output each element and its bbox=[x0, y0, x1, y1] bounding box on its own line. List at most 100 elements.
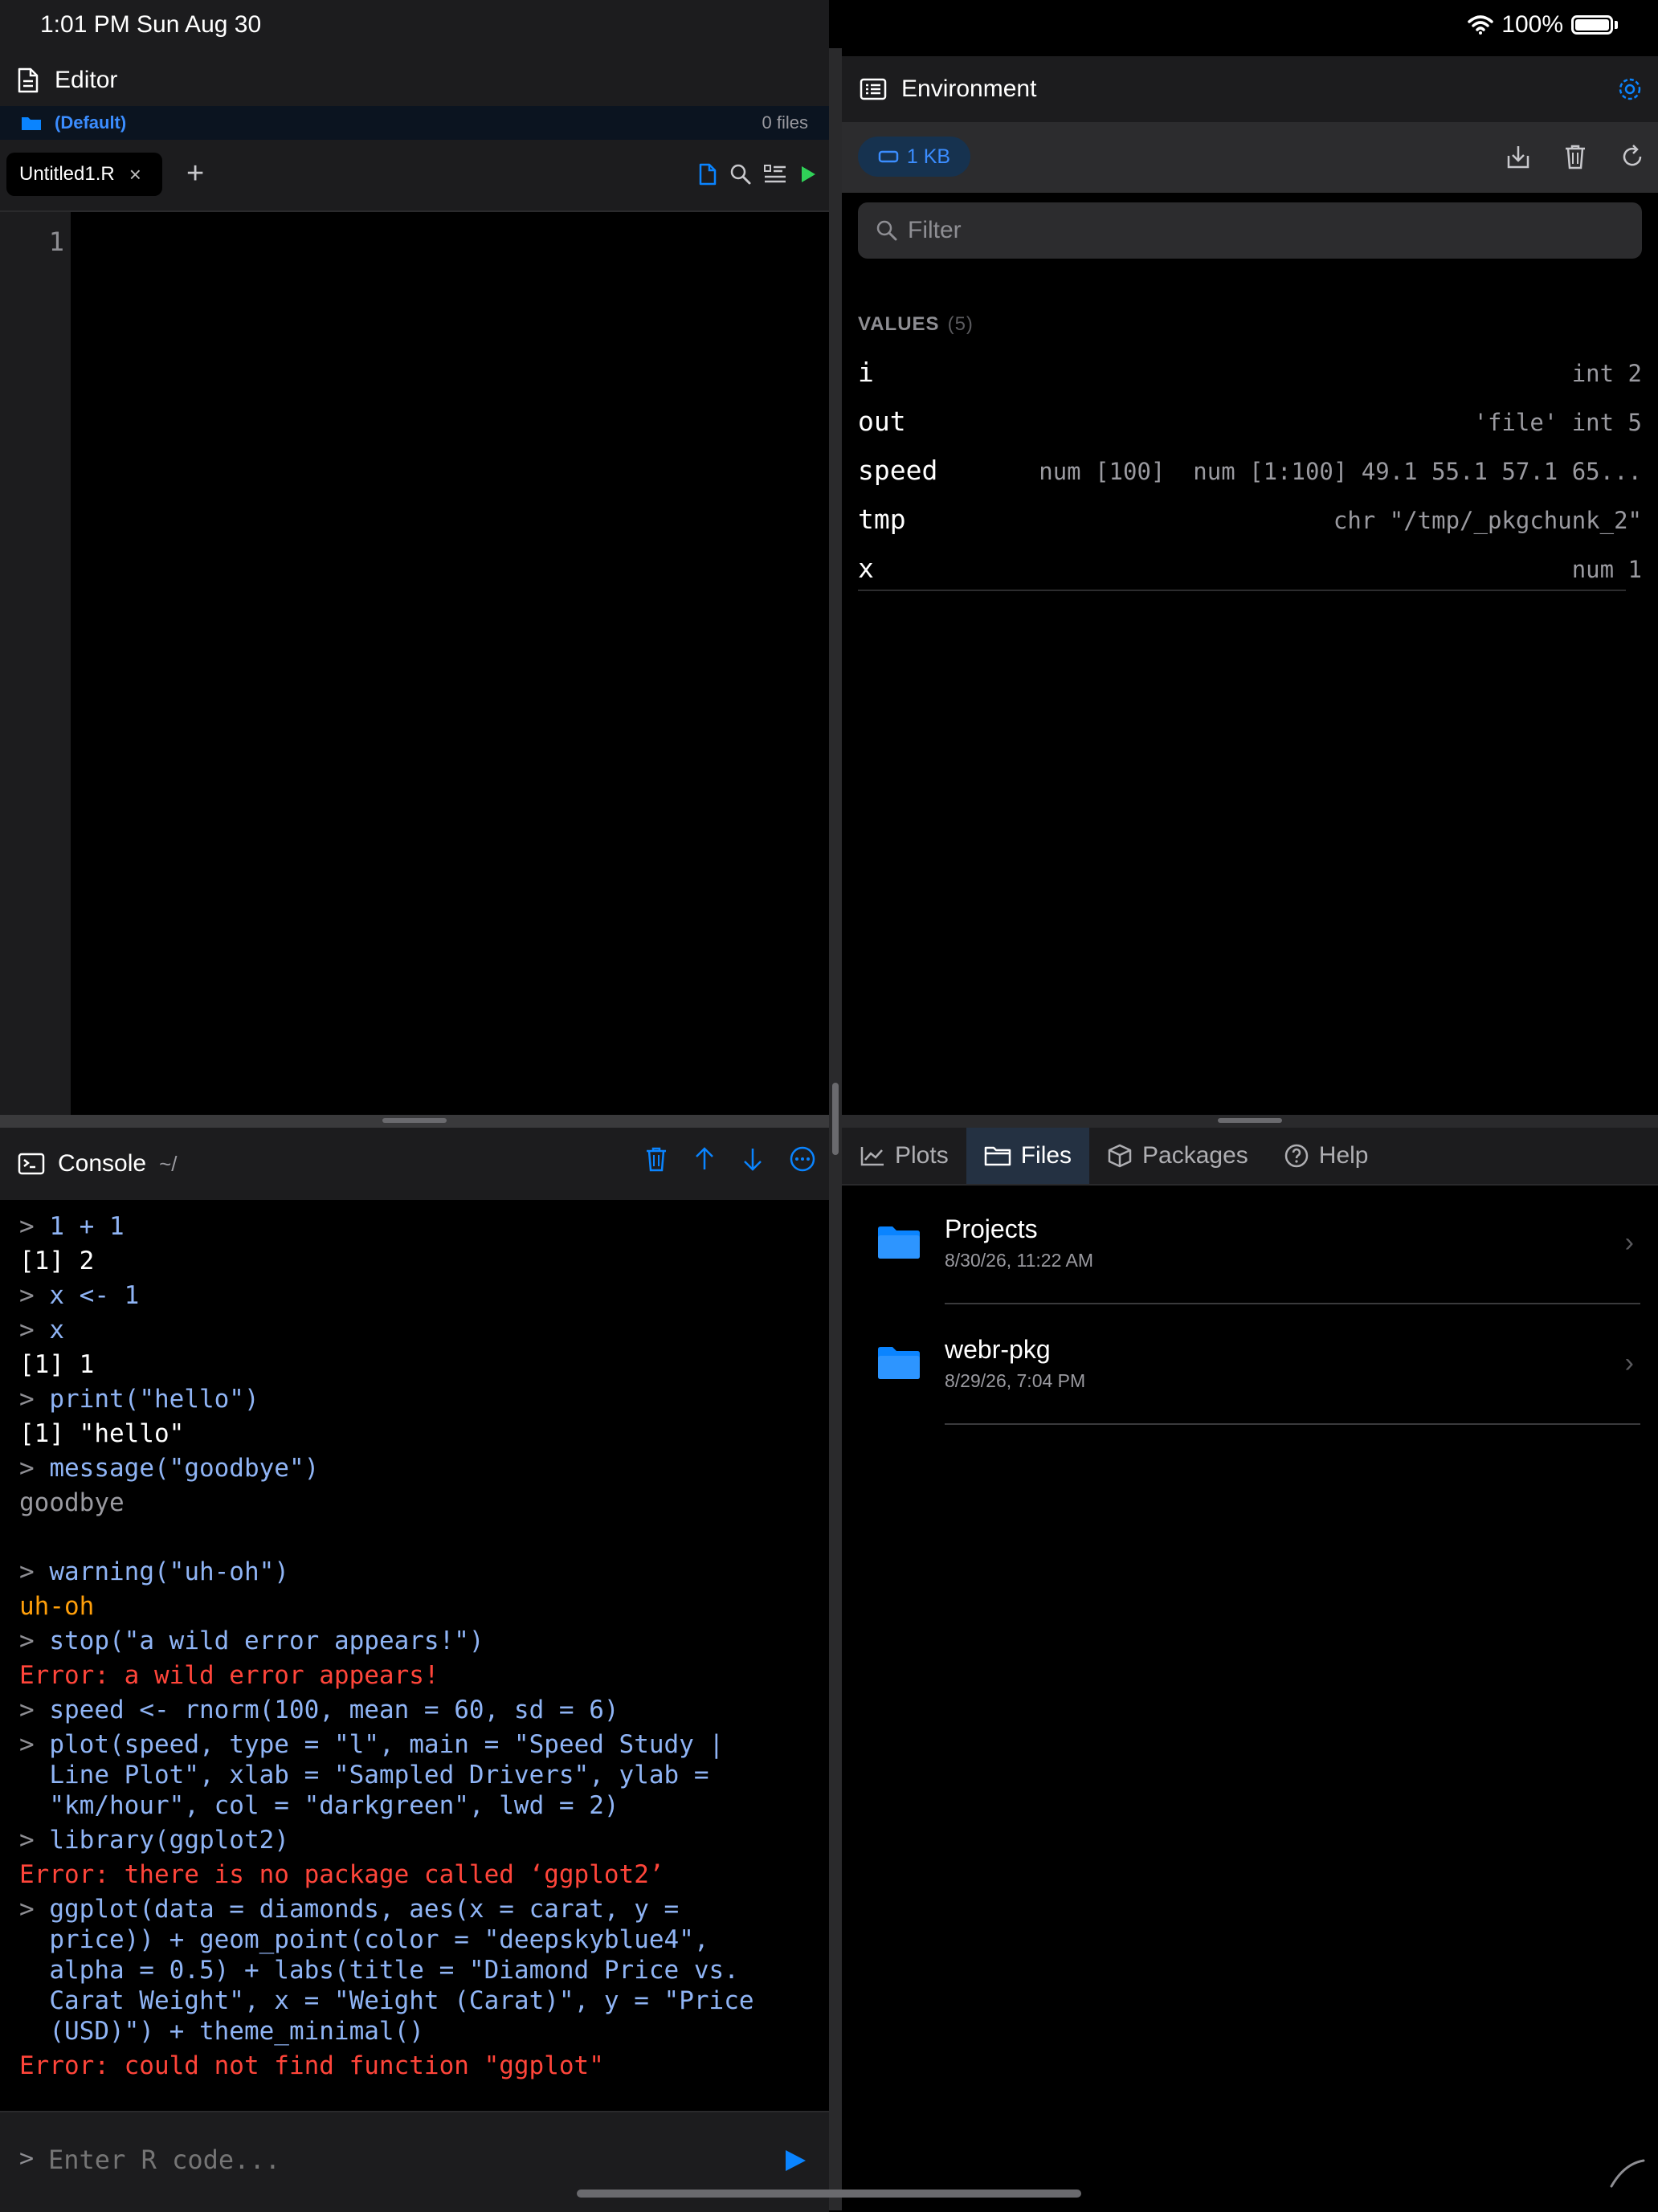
console-text: Carat Weight", x = "Weight (Carat)", y =… bbox=[49, 1986, 754, 2015]
filter-input[interactable] bbox=[906, 216, 1616, 245]
env-row[interactable]: i int 2 bbox=[858, 349, 1642, 397]
console-text: [1] 2 bbox=[19, 1247, 95, 1275]
console-output[interactable]: > 1 + 1 [1] 2 > x <- 1 > x [1] 1 > print("hel… bbox=[0, 1200, 829, 2111]
file-row-projects[interactable]: Projects 8/30/26, 11:22 AM › bbox=[842, 1186, 1658, 1304]
console-text: print("hello") bbox=[49, 1385, 259, 1414]
folder-icon bbox=[22, 117, 41, 130]
editor-title: Editor bbox=[55, 67, 118, 93]
trash-icon[interactable] bbox=[644, 1145, 668, 1173]
settings-icon[interactable] bbox=[1616, 76, 1644, 103]
console-line: goodbye bbox=[19, 1488, 125, 1518]
run-script-icon[interactable] bbox=[798, 164, 818, 185]
env-var-value: 'file' int 5 bbox=[1473, 409, 1642, 436]
console-text: goodbye bbox=[19, 1488, 125, 1517]
tab-label: Files bbox=[1020, 1142, 1072, 1169]
pencil-corner-icon bbox=[1610, 2159, 1645, 2188]
console-path: ~/ bbox=[159, 1151, 178, 1176]
env-row[interactable]: speed num [100] num [1:100] 49.1 55.1 57… bbox=[858, 447, 1642, 495]
format-list-icon[interactable] bbox=[763, 163, 787, 186]
tab-files[interactable]: Files bbox=[966, 1128, 1090, 1184]
console-prompt: > bbox=[19, 1826, 35, 1855]
document-icon bbox=[18, 67, 39, 93]
status-indicators: 100% bbox=[1468, 11, 1618, 39]
chart-line-icon bbox=[860, 1147, 884, 1166]
search-icon bbox=[876, 220, 897, 241]
send-icon[interactable] bbox=[782, 2148, 808, 2173]
home-indicator[interactable] bbox=[577, 2190, 1081, 2198]
package-icon bbox=[1108, 1144, 1132, 1168]
project-name[interactable]: (Default) bbox=[55, 112, 126, 133]
console-text: Error: could not find function "ggplot" bbox=[19, 2051, 604, 2080]
editor-header: Editor bbox=[0, 56, 829, 104]
folder-icon bbox=[878, 1226, 920, 1259]
env-var-name: i bbox=[858, 357, 874, 388]
row-divider bbox=[945, 1423, 1640, 1425]
r-code-input[interactable] bbox=[48, 2145, 739, 2175]
tab-plots[interactable]: Plots bbox=[842, 1128, 966, 1184]
folder-icon bbox=[878, 1347, 920, 1379]
clear-environment-icon[interactable] bbox=[1563, 143, 1587, 170]
divider-handle-right[interactable] bbox=[1218, 1118, 1282, 1123]
console-prompt: > bbox=[19, 1557, 35, 1586]
file-row-webr-pkg[interactable]: webr-pkg 8/29/26, 7:04 PM › bbox=[842, 1306, 1658, 1425]
close-icon[interactable]: × bbox=[129, 162, 141, 187]
console-text: speed <- rnorm(100, mean = 60, sd = 6) bbox=[49, 1696, 619, 1724]
memory-icon bbox=[878, 150, 899, 163]
console-line: Error: could not find function "ggplot" bbox=[19, 2051, 604, 2081]
env-row[interactable]: tmp chr "/tmp/_pkgchunk_2" bbox=[858, 496, 1642, 544]
tab-untitled1[interactable]: Untitled1.R × bbox=[6, 153, 162, 196]
env-var-value: num [100] num [1:100] 49.1 55.1 57.1 65.… bbox=[1039, 458, 1642, 485]
environment-actions bbox=[1505, 143, 1645, 170]
add-tab-button[interactable]: + bbox=[186, 157, 204, 190]
console-line: > 1 + 1 bbox=[19, 1211, 125, 1242]
project-bar[interactable]: (Default) 0 files bbox=[0, 106, 829, 140]
env-row[interactable]: out 'file' int 5 bbox=[858, 398, 1642, 446]
env-row[interactable]: x num 1 bbox=[858, 545, 1642, 593]
row-divider bbox=[945, 1303, 1640, 1304]
console-line: "km/hour", col = "darkgreen", lwd = 2) bbox=[19, 1790, 619, 1821]
console-header: Console ~/ bbox=[0, 1128, 829, 1200]
env-var-name: out bbox=[858, 406, 906, 437]
console-prompt: > bbox=[19, 1626, 35, 1655]
console-text: plot(speed, type = "l", main = "Speed St… bbox=[49, 1730, 725, 1759]
divider-handle-left[interactable] bbox=[382, 1118, 447, 1123]
console-text: (USD)") + theme_minimal() bbox=[49, 2017, 424, 2046]
new-file-icon[interactable] bbox=[697, 162, 718, 186]
memory-badge[interactable]: 1 KB bbox=[858, 137, 970, 177]
console-text: Error: there is no package called ‘ggplo… bbox=[19, 1860, 664, 1889]
values-count: (5) bbox=[947, 313, 974, 335]
search-icon[interactable] bbox=[729, 163, 752, 186]
env-var-value: chr "/tmp/_pkgchunk_2" bbox=[1333, 507, 1642, 534]
console-prompt: > bbox=[19, 1281, 35, 1310]
tab-label: Packages bbox=[1142, 1142, 1248, 1169]
wifi-icon bbox=[1468, 15, 1494, 35]
console-text: stop("a wild error appears!") bbox=[49, 1626, 484, 1655]
console-text: 1 + 1 bbox=[49, 1212, 125, 1241]
tab-packages[interactable]: Packages bbox=[1089, 1128, 1266, 1184]
tab-help[interactable]: Help bbox=[1266, 1128, 1386, 1184]
console-prompt: > bbox=[19, 1212, 35, 1241]
console-text: alpha = 0.5) + labs(title = "Diamond Pri… bbox=[49, 1956, 739, 1985]
arrow-down-icon[interactable] bbox=[741, 1145, 765, 1173]
arrow-up-icon[interactable] bbox=[692, 1145, 717, 1173]
console-text: Error: a wild error appears! bbox=[19, 1661, 439, 1690]
console-prompt: > bbox=[19, 1696, 35, 1724]
console-prompt: > bbox=[19, 1385, 35, 1414]
input-prompt: > bbox=[19, 2145, 35, 2173]
vertical-divider-handle[interactable] bbox=[832, 1083, 839, 1155]
status-time: 1:01 PM bbox=[40, 11, 130, 38]
more-options-icon[interactable] bbox=[789, 1145, 816, 1173]
folder-outline-icon bbox=[984, 1146, 1011, 1166]
files-count: 0 files bbox=[762, 112, 808, 133]
refresh-icon[interactable] bbox=[1619, 143, 1645, 170]
editor-toolbar bbox=[697, 162, 818, 186]
import-icon[interactable] bbox=[1505, 143, 1531, 170]
console-title: Console bbox=[58, 1150, 147, 1177]
console-line: price)) + geom_point(color = "deepskyblu… bbox=[19, 1924, 709, 1955]
code-editor[interactable] bbox=[71, 212, 829, 1115]
console-line: uh-oh bbox=[19, 1591, 94, 1622]
console-line: [1] 1 bbox=[19, 1349, 94, 1380]
console-line: > x <- 1 bbox=[19, 1280, 139, 1311]
console-line: [1] "hello" bbox=[19, 1418, 184, 1449]
console-toolbar bbox=[644, 1145, 816, 1173]
